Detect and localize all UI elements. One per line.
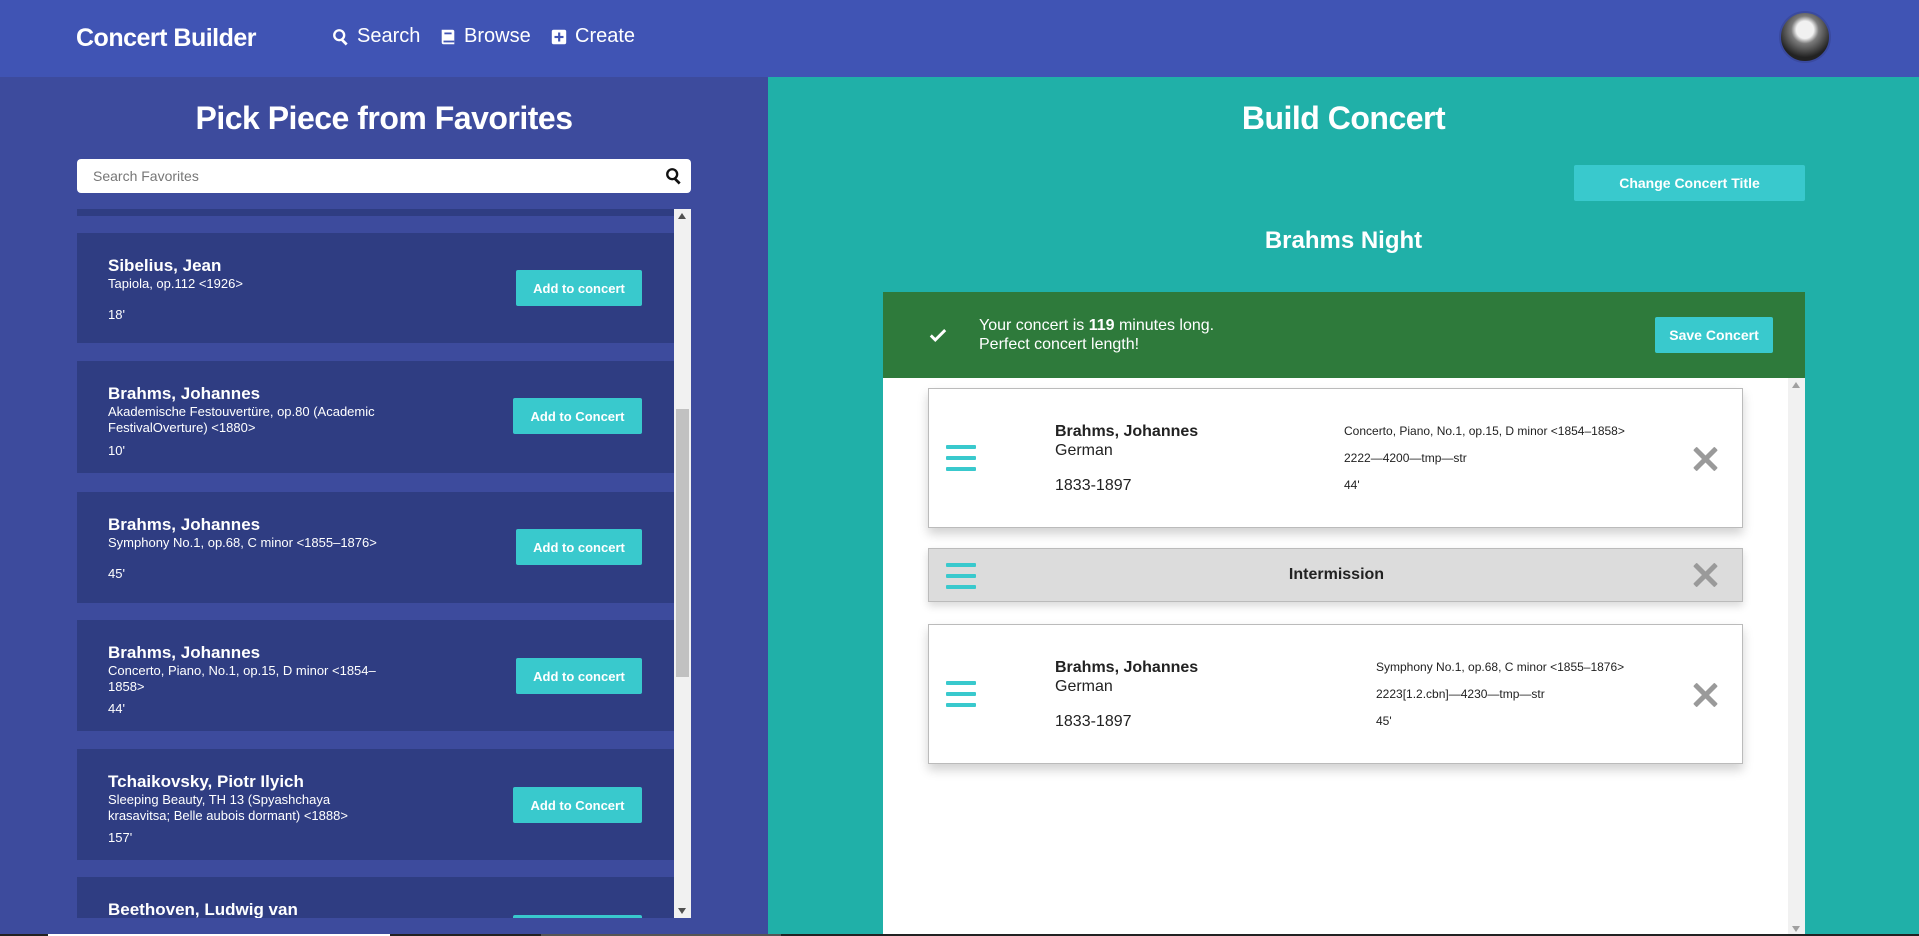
piece-work: Symphony No.1, op.68, C minor <1855–1876… (1376, 660, 1625, 674)
piece-composer: Brahms, Johannes (1055, 423, 1199, 440)
scroll-down-arrow-icon[interactable] (678, 908, 686, 914)
app-brand[interactable]: Concert Builder (76, 24, 257, 53)
status-note: Perfect concert length! (979, 336, 1140, 353)
status-prefix: Your concert is (979, 317, 1089, 334)
search-icon[interactable] (665, 167, 683, 185)
list-item: Sibelius, Jean Tapiola, op.112 <1926> 18… (77, 233, 674, 343)
list-item: Brahms, Johannes Akademische Festouvertü… (77, 361, 674, 473)
piece-lifespan: 1833-1897 (1055, 477, 1132, 494)
favorites-scrollbar[interactable] (674, 209, 691, 918)
piece-nationality: German (1055, 442, 1113, 459)
save-concert-button[interactable]: Save Concert (1655, 317, 1773, 353)
add-to-concert-button[interactable]: Add to concert (516, 270, 642, 306)
concert-name: Brahms Night (1264, 227, 1423, 254)
search-icon (333, 28, 348, 45)
program-scrollbar[interactable] (1788, 378, 1805, 936)
favorites-list[interactable]: Sibelius, Jean Tapiola, op.112 <1926> 18… (77, 209, 674, 918)
favorites-search (77, 159, 691, 193)
scroll-up-arrow-icon[interactable] (1792, 382, 1800, 388)
add-to-concert-button[interactable] (513, 915, 642, 918)
list-item: Brahms, Johannes Symphony No.1, op.68, C… (77, 492, 674, 603)
drag-handle-icon[interactable] (946, 681, 976, 714)
remove-icon[interactable] (1692, 446, 1718, 472)
favorite-title: Concerto, Piano, No.1, op.15, D minor <1… (108, 663, 376, 694)
piece-nationality: German (1055, 678, 1113, 695)
intermission-row[interactable]: Intermission (928, 548, 1743, 602)
user-avatar[interactable] (1779, 11, 1831, 63)
favorite-title: Tapiola, op.112 <1926> (108, 276, 243, 291)
status-suffix: minutes long. (1114, 317, 1215, 334)
piece-lifespan: 1833-1897 (1055, 713, 1132, 730)
change-concert-title-button[interactable]: Change Concert Title (1574, 165, 1805, 201)
favorite-duration: 157' (108, 830, 133, 845)
nav-create-label: Create (575, 25, 636, 47)
piece-instrumentation: 2222—4200—tmp—str (1344, 451, 1467, 465)
favorite-composer: Brahms, Johannes (108, 384, 261, 403)
piece-instrumentation: 2223[1.2.cbn]—4230—tmp—str (1376, 687, 1545, 701)
build-concert-panel: Build Concert Change Concert Title Brahm… (768, 77, 1919, 936)
nav-browse-label: Browse (464, 25, 531, 47)
favorite-title: Symphony No.1, op.68, C minor <1855–1876… (108, 535, 377, 550)
favorite-composer: Brahms, Johannes (108, 643, 261, 662)
favorite-title: Sleeping Beauty, TH 13 (Spyashchaya kras… (108, 792, 348, 823)
plus-square-icon (551, 29, 567, 44)
list-item (77, 209, 674, 216)
favorite-composer: Sibelius, Jean (108, 256, 222, 275)
top-navbar: Concert Builder Search Browse Create (0, 0, 1919, 77)
favorites-title: Pick Piece from Favorites (195, 100, 573, 136)
status-message: Your concert is 119 minutes long. Perfec… (979, 316, 1214, 354)
favorites-panel: Pick Piece from Favorites Sibelius, Jean… (0, 77, 768, 936)
favorite-duration: 45' (108, 566, 125, 581)
add-to-concert-button[interactable]: Add to concert (516, 658, 642, 694)
drag-handle-icon[interactable] (946, 445, 976, 478)
piece-work: Concerto, Piano, No.1, op.15, D minor <1… (1344, 424, 1625, 438)
list-item: Brahms, Johannes Concerto, Piano, No.1, … (77, 620, 674, 731)
list-item: Tchaikovsky, Piotr Ilyich Sleeping Beaut… (77, 749, 674, 860)
remove-icon[interactable] (1692, 682, 1718, 708)
favorite-duration: 10' (108, 443, 125, 458)
favorite-duration: 44' (108, 701, 125, 716)
nav-create[interactable]: Create (550, 25, 635, 48)
add-to-concert-button[interactable]: Add to concert (516, 529, 642, 565)
concert-program-list[interactable]: Brahms, Johannes German 1833-1897 Concer… (883, 378, 1805, 936)
concert-minutes: 119 (1088, 317, 1115, 334)
piece-composer: Brahms, Johannes (1055, 659, 1199, 676)
program-piece[interactable]: Brahms, Johannes German 1833-1897 Sympho… (928, 624, 1743, 764)
book-icon (441, 29, 455, 44)
scroll-down-arrow-icon[interactable] (1792, 926, 1800, 932)
favorite-composer: Beethoven, Ludwig van (108, 900, 298, 918)
favorite-duration: 18' (108, 307, 125, 322)
add-to-concert-button[interactable]: Add to Concert (513, 787, 642, 823)
favorites-search-input[interactable] (77, 159, 637, 193)
favorite-composer: Tchaikovsky, Piotr Ilyich (108, 772, 304, 791)
favorite-composer: Brahms, Johannes (108, 515, 261, 534)
nav-browse[interactable]: Browse (439, 25, 531, 48)
program-piece[interactable]: Brahms, Johannes German 1833-1897 Concer… (928, 388, 1743, 528)
concert-length-status: Your concert is 119 minutes long. Perfec… (883, 292, 1805, 378)
remove-icon[interactable] (1692, 562, 1718, 588)
nav-search[interactable]: Search (332, 25, 420, 48)
build-concert-title: Build Concert (1241, 100, 1446, 136)
scrollbar-thumb[interactable] (676, 409, 689, 677)
piece-duration: 44' (1344, 478, 1360, 492)
list-item: Beethoven, Ludwig van (77, 877, 674, 918)
piece-duration: 45' (1376, 714, 1392, 728)
scroll-up-arrow-icon[interactable] (678, 213, 686, 219)
add-to-concert-button[interactable]: Add to Concert (513, 398, 642, 434)
intermission-label: Intermission (1288, 566, 1385, 583)
favorite-title: Akademische Festouvertüre, op.80 (Academ… (108, 404, 375, 435)
checkmark-icon (929, 329, 947, 342)
nav-search-label: Search (357, 25, 421, 47)
